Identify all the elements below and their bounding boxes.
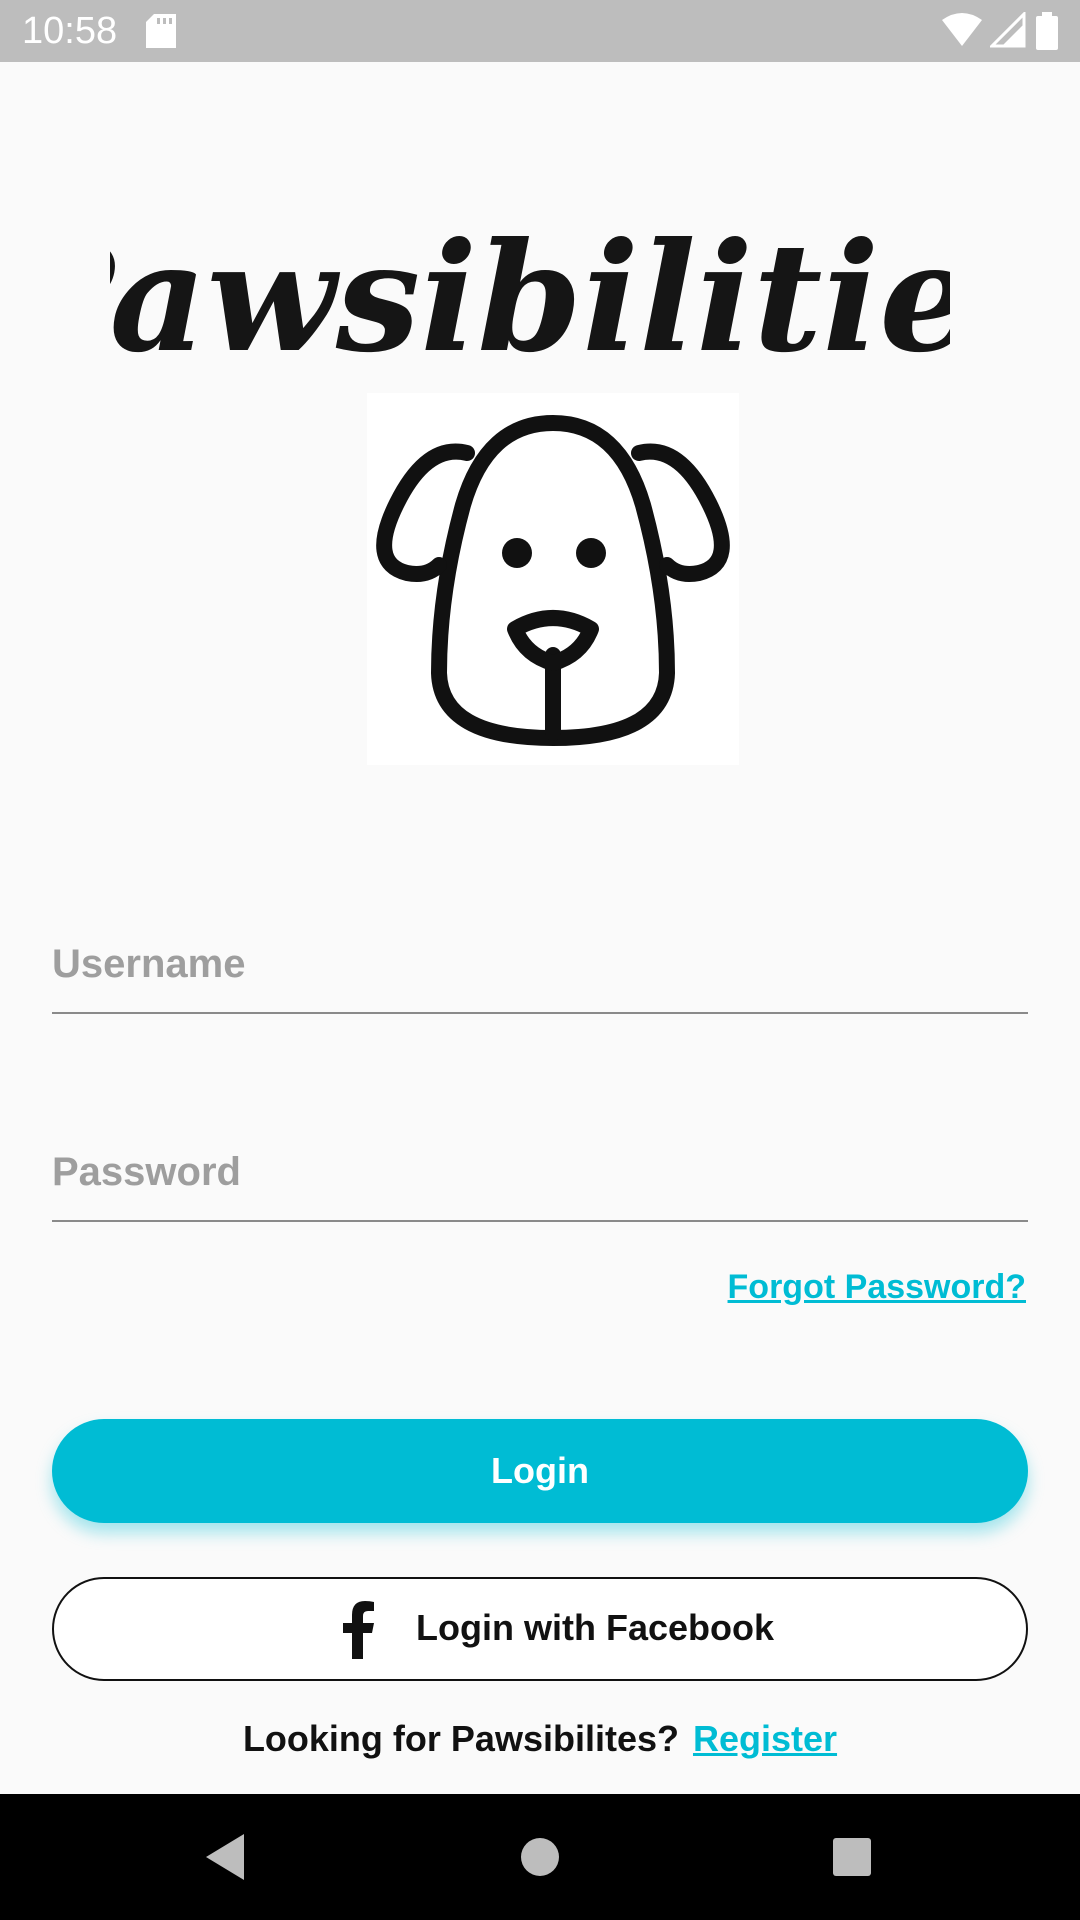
password-field[interactable] — [52, 1130, 1028, 1222]
app-title: Pawsibilities — [110, 210, 950, 386]
battery-icon — [1036, 12, 1058, 55]
username-field[interactable] — [52, 922, 1028, 1014]
navigation-bar — [0, 1794, 1080, 1920]
password-input[interactable] — [52, 1142, 1028, 1202]
register-prompt: Looking for Pawsibilites? — [242, 1718, 679, 1759]
signal-icon — [988, 10, 1026, 53]
status-time: 10:58 — [22, 10, 118, 52]
facebook-icon — [341, 1601, 375, 1662]
sd-card-icon — [146, 14, 176, 53]
login-button[interactable]: Login — [52, 1419, 1028, 1523]
back-icon[interactable] — [204, 1832, 248, 1887]
app-logo-wordmark: Pawsibilities — [0, 200, 1059, 400]
facebook-login-label: Login with Facebook — [416, 1607, 774, 1648]
username-input[interactable] — [52, 934, 1028, 994]
register-link[interactable]: Register — [693, 1718, 837, 1759]
wifi-icon — [942, 12, 982, 53]
recents-icon[interactable] — [830, 1832, 874, 1887]
dog-face-icon — [367, 393, 739, 765]
home-icon[interactable] — [518, 1832, 562, 1887]
facebook-login-button[interactable]: Login with Facebook — [52, 1577, 1028, 1681]
register-row: Looking for Pawsibilites? Register — [0, 1718, 1080, 1768]
forgot-password-link[interactable]: Forgot Password? — [728, 1268, 1026, 1307]
status-bar: 10:58 — [0, 0, 1080, 62]
